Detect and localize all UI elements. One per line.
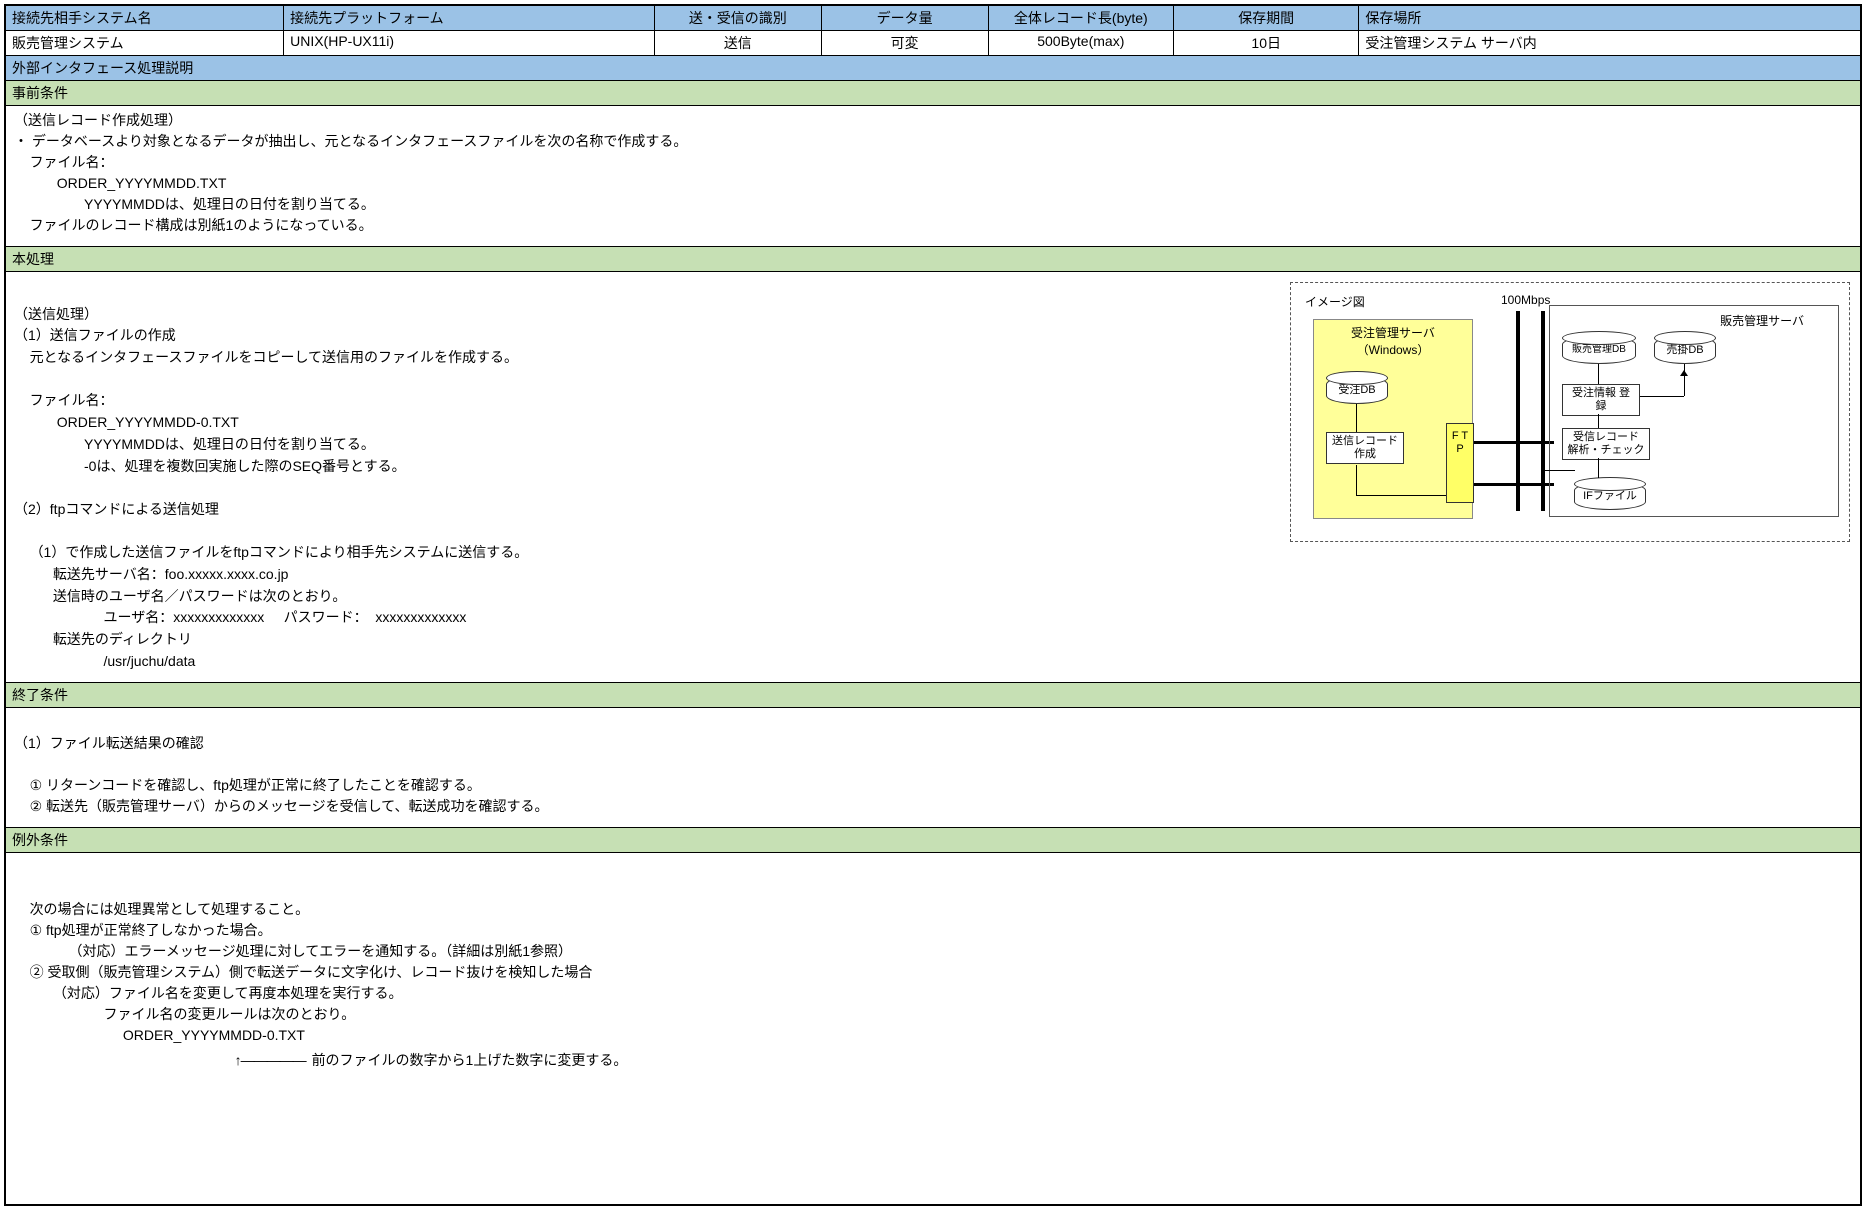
hdr-value-retention: 10日 <box>1174 31 1359 56</box>
backbone-line-1 <box>1516 311 1520 511</box>
bar-exception: 例外条件 <box>6 828 1860 853</box>
hdr-label-volume: データ量 <box>822 6 989 31</box>
bar-interface-desc: 外部インタフェース処理説明 <box>6 56 1860 81</box>
right-db2: 売掛DB <box>1654 336 1716 364</box>
header-labels-row: 接続先相手システム名 接続先プラットフォーム 送・受信の識別 データ量 全体レコ… <box>6 6 1860 31</box>
left-server-title: 受注管理サーバ （Windows） <box>1314 320 1472 358</box>
hdr-value-direction: 送信 <box>655 31 822 56</box>
right-link <box>1545 470 1575 471</box>
hdr-value-reclen: 500Byte(max) <box>989 31 1174 56</box>
diagram-speed: 100Mbps <box>1501 293 1550 307</box>
r-conn-1 <box>1598 364 1599 384</box>
right-server-title: 販売管理サーバ <box>1720 312 1804 329</box>
exception-text: 次の場合には処理異常として処理すること。 ① ftp処理が正常終了しなかった場合… <box>14 901 592 1043</box>
hdr-value-system: 販売管理システム <box>6 31 284 56</box>
precondition-body: （送信レコード作成処理） ・ データベースより対象となるデータが抽出し、元となる… <box>6 106 1860 246</box>
hdr-label-location: 保存場所 <box>1359 6 1860 31</box>
right-db1: 販売管理DB <box>1562 336 1636 364</box>
diagram-caption: イメージ図 <box>1305 293 1365 310</box>
end-condition-body: （1）ファイル転送結果の確認 ① リターンコードを確認し、ftp処理が正常に終了… <box>6 708 1860 828</box>
right-proc2: 受信レコード 解析・チェック <box>1562 428 1650 460</box>
hdr-label-system: 接続先相手システム名 <box>6 6 284 31</box>
left-proc-box: 送信レコード 作成 <box>1326 432 1404 464</box>
right-if-file: IFファイル <box>1574 482 1646 510</box>
r-conn-db2a <box>1640 396 1684 397</box>
bar-precondition: 事前条件 <box>6 81 1860 106</box>
main-process-body: （送信処理） （1）送信ファイルの作成 元となるインタフェースファイルをコピーし… <box>6 272 1278 682</box>
left-server-name: 受注管理サーバ <box>1351 326 1435 340</box>
arrow-up-icon <box>1680 366 1688 376</box>
left-conn-2a <box>1356 465 1357 495</box>
r-conn-2 <box>1598 414 1599 428</box>
filename-arrow-note: 前のファイルの数字から1上げた数字に変更する。 <box>235 1050 628 1071</box>
bar-main-process: 本処理 <box>6 246 1860 272</box>
hdr-label-direction: 送・受信の識別 <box>655 6 822 31</box>
left-db: 受注DB <box>1326 376 1388 404</box>
bar-end-condition: 終了条件 <box>6 683 1860 708</box>
backbone-line-2 <box>1541 311 1545 511</box>
hdr-label-platform: 接続先プラットフォーム <box>284 6 655 31</box>
diagram-container: イメージ図 100Mbps 受注管理サーバ （Windows） 受注DB 送信レ… <box>1290 272 1860 682</box>
ftp-box: F T P <box>1446 423 1474 503</box>
document-root: 接続先相手システム名 接続先プラットフォーム 送・受信の識別 データ量 全体レコ… <box>4 4 1862 1206</box>
exception-body: 次の場合には処理異常として処理すること。 ① ftp処理が正常終了しなかった場合… <box>6 853 1860 1204</box>
hdr-value-location: 受注管理システム サーバ内 <box>1359 31 1860 56</box>
hdr-value-platform: UNIX(HP-UX11i) <box>284 31 655 56</box>
hdr-label-retention: 保存期間 <box>1174 6 1359 31</box>
link-line-top <box>1474 441 1554 444</box>
header-values-row: 販売管理システム UNIX(HP-UX11i) 送信 可変 500Byte(ma… <box>6 31 1860 56</box>
r-conn-3 <box>1598 458 1599 478</box>
left-server-os: （Windows） <box>1357 343 1430 357</box>
left-conn-1 <box>1356 404 1357 432</box>
right-server-box: 販売管理サーバ 販売管理DB 売掛DB 受注情報 登録 受信レコード 解析・チェ… <box>1549 305 1839 517</box>
hdr-value-volume: 可変 <box>822 31 989 56</box>
right-proc1: 受注情報 登録 <box>1562 384 1640 416</box>
hdr-label-reclen: 全体レコード長(byte) <box>989 6 1174 31</box>
left-conn-2b <box>1356 495 1446 496</box>
network-diagram: イメージ図 100Mbps 受注管理サーバ （Windows） 受注DB 送信レ… <box>1290 282 1850 542</box>
link-line-bottom <box>1474 483 1554 486</box>
